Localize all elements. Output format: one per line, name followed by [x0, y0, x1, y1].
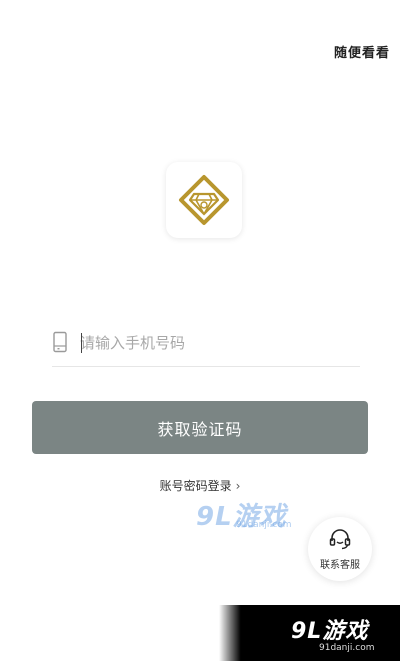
- watermark-banner: 9L游戏 91danji.com: [219, 605, 400, 661]
- contact-support-button[interactable]: 联系客服: [308, 517, 372, 581]
- chevron-right-icon: ›: [235, 479, 241, 493]
- app-logo: [166, 162, 242, 238]
- browse-as-guest-link[interactable]: 随便看看: [334, 42, 390, 61]
- phone-input[interactable]: [80, 330, 350, 356]
- diamond-logo-icon: [179, 175, 229, 225]
- contact-support-label: 联系客服: [320, 560, 360, 571]
- watermark-banner-domain: 91danji.com: [319, 643, 375, 653]
- password-login-label: 账号密码登录: [159, 479, 232, 493]
- headset-icon: [329, 529, 351, 550]
- password-login-link[interactable]: 账号密码登录 ›: [0, 477, 400, 494]
- watermark: 9L游戏 91danji.com: [196, 496, 291, 533]
- phone-icon: [53, 331, 67, 353]
- watermark-banner-brand: 9L游戏: [291, 619, 369, 644]
- get-verification-code-button[interactable]: 获取验证码: [32, 401, 368, 454]
- phone-field: [52, 326, 360, 367]
- text-cursor: [81, 333, 82, 353]
- watermark-domain: 91danji.com: [236, 520, 292, 530]
